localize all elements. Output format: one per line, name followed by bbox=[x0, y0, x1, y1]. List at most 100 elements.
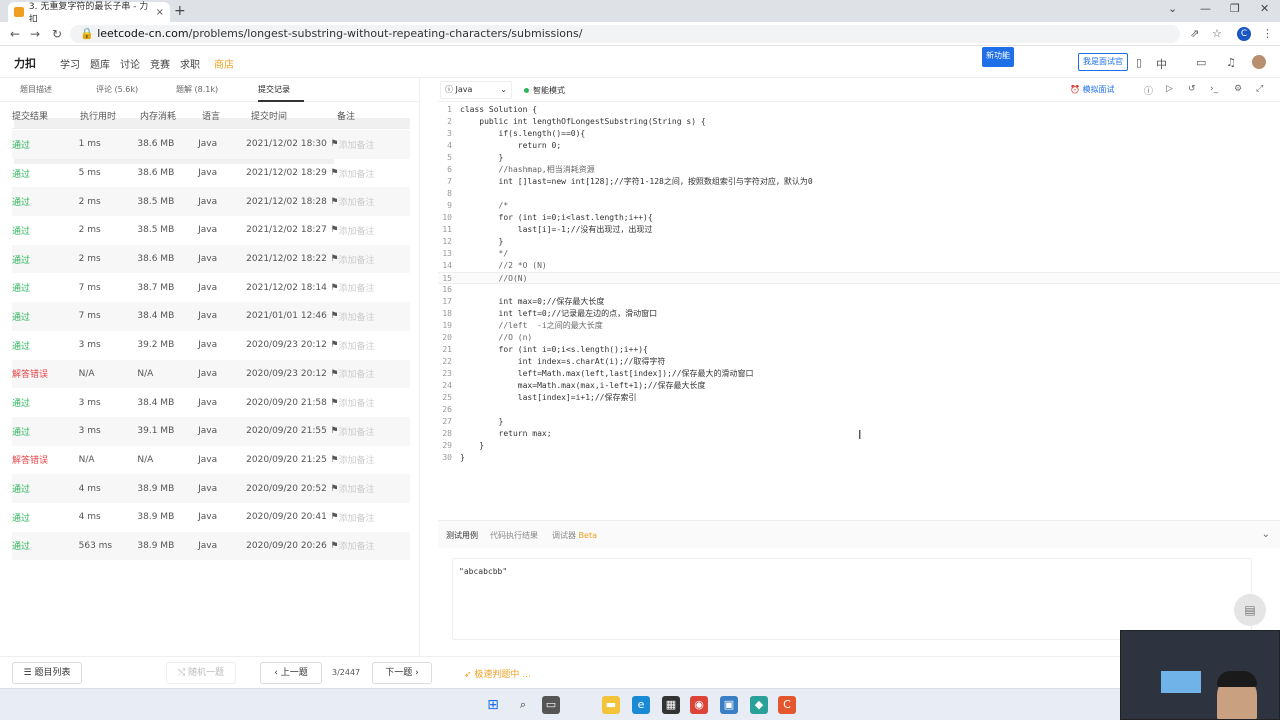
browser-tab[interactable]: 3. 无重复字符的最长子串 - 力扣 × bbox=[8, 2, 170, 25]
next-problem-button[interactable]: 下一题 › bbox=[372, 662, 432, 684]
table-row[interactable]: 解答错误 N/A N/A Java 2020/09/23 20:12 ⚑ 添加备注 bbox=[12, 359, 410, 389]
new-feature-badge[interactable]: 新功能 bbox=[982, 47, 1014, 67]
nav-jobs[interactable]: 求职 bbox=[180, 56, 200, 71]
add-note-link[interactable]: 添加备注 bbox=[338, 253, 410, 266]
table-row[interactable]: 通过 5 ms 38.6 MB Java 2021/12/02 18:29 ⚑ 添加备注 bbox=[12, 159, 410, 188]
tab-testcase[interactable]: 测试用例 bbox=[446, 530, 478, 541]
edge-icon[interactable]: e bbox=[632, 696, 650, 714]
add-note-link[interactable]: 添加备注 bbox=[338, 339, 410, 352]
table-row[interactable]: 通过 7 ms 38.7 MB Java 2021/12/02 18:14 ⚑ 添加备注 bbox=[12, 273, 410, 302]
submission-result[interactable]: 通过 bbox=[12, 195, 79, 208]
store-icon[interactable]: ▦ bbox=[662, 696, 680, 714]
tab-comments[interactable]: 评论 (5.6k) bbox=[96, 84, 138, 95]
table-row[interactable]: 通过 3 ms 39.1 MB Java 2020/09/20 21:55 ⚑ 添加备注 bbox=[12, 416, 410, 446]
table-row[interactable]: 通过 2 ms 38.5 MB Java 2021/12/02 18:27 ⚑ 添加备注 bbox=[12, 216, 410, 245]
windows-start-icon[interactable]: ⊞ bbox=[484, 696, 502, 714]
tab-solutions[interactable]: 题解 (8.1k) bbox=[176, 84, 218, 95]
user-avatar[interactable] bbox=[1252, 55, 1266, 69]
tab-run-result[interactable]: 代码执行结果 bbox=[490, 530, 538, 541]
browser-menu-icon[interactable]: ⋮ bbox=[1262, 27, 1273, 40]
table-row[interactable]: 通过 4 ms 38.9 MB Java 2020/09/20 20:41 ⚑ 添加备注 bbox=[12, 503, 410, 532]
add-note-link[interactable]: 添加备注 bbox=[338, 367, 410, 380]
submission-result[interactable]: 通过 bbox=[12, 396, 79, 409]
forward-icon[interactable]: → bbox=[30, 27, 40, 41]
mock-interview-button[interactable]: ⏰ 模拟面试 bbox=[1070, 84, 1115, 95]
leetcode-logo[interactable]: 力扣 bbox=[14, 55, 36, 71]
add-note-link[interactable]: 添加备注 bbox=[338, 482, 410, 495]
app-icon[interactable]: C bbox=[778, 696, 796, 714]
table-row[interactable]: 通过 3 ms 39.2 MB Java 2020/09/23 20:12 ⚑ 添加备注 bbox=[12, 331, 410, 360]
submission-result[interactable]: 通过 bbox=[12, 138, 79, 151]
language-select[interactable]: ⓘ Java ⌄ bbox=[440, 81, 512, 99]
new-tab-button[interactable]: + bbox=[174, 3, 186, 19]
url-input[interactable]: 🔒 leetcode-cn.com/problems/longest-subst… bbox=[70, 25, 1180, 43]
table-row[interactable]: 通过 3 ms 38.4 MB Java 2020/09/20 21:58 ⚑ 添加备注 bbox=[12, 388, 410, 417]
add-note-link[interactable]: 添加备注 bbox=[338, 224, 410, 237]
submission-result[interactable]: 通过 bbox=[12, 224, 79, 237]
add-note-link[interactable]: 添加备注 bbox=[338, 511, 410, 524]
terminal-icon[interactable]: ›_ bbox=[1210, 84, 1218, 94]
submission-result[interactable]: 解答错误 bbox=[12, 453, 79, 466]
search-icon[interactable]: ⌕ bbox=[514, 696, 532, 714]
prev-problem-button[interactable]: ‹ 上一题 bbox=[260, 662, 322, 684]
submission-result[interactable]: 通过 bbox=[12, 511, 79, 524]
submission-result[interactable]: 通过 bbox=[12, 339, 79, 352]
share-icon[interactable]: ⇗ bbox=[1190, 27, 1199, 40]
run-icon[interactable]: ▷ bbox=[1166, 84, 1173, 94]
tab-debugger[interactable]: 调试器 Beta bbox=[552, 530, 597, 541]
submission-result[interactable]: 解答错误 bbox=[12, 367, 79, 380]
tab-search-icon[interactable]: ⌄ bbox=[1168, 2, 1177, 15]
nav-learn[interactable]: 学习 bbox=[60, 56, 80, 71]
table-row[interactable]: 通过 2 ms 38.5 MB Java 2021/12/02 18:28 ⚑ 添加备注 bbox=[12, 187, 410, 217]
settings-icon[interactable]: ⚙ bbox=[1234, 84, 1242, 94]
phone-icon[interactable]: ▯ bbox=[1136, 56, 1142, 69]
table-row[interactable]: 通过 1 ms 38.6 MB Java 2021/12/02 18:30 ⚑ 添加备注 bbox=[12, 130, 410, 159]
collapse-chevron-icon[interactable]: ⌄ bbox=[1262, 529, 1270, 540]
maximize-icon[interactable]: ❐ bbox=[1230, 2, 1240, 15]
submission-result[interactable]: 通过 bbox=[12, 281, 79, 294]
submission-result[interactable]: 通过 bbox=[12, 310, 79, 323]
table-row[interactable]: 通过 4 ms 38.9 MB Java 2020/09/20 20:52 ⚑ 添加备注 bbox=[12, 474, 410, 503]
add-note-link[interactable]: 添加备注 bbox=[338, 281, 410, 294]
reset-icon[interactable]: ↺ bbox=[1188, 84, 1196, 94]
submission-result[interactable]: 通过 bbox=[12, 167, 79, 180]
table-row[interactable]: 通过 563 ms 38.9 MB Java 2020/09/20 20:26 ⚑ 添加备… bbox=[12, 531, 410, 561]
tab-submissions[interactable]: 提交记录 bbox=[258, 84, 290, 95]
app-icon[interactable]: ▣ bbox=[720, 696, 738, 714]
nav-discuss[interactable]: 讨论 bbox=[120, 56, 140, 71]
back-icon[interactable]: ← bbox=[10, 27, 20, 41]
message-icon[interactable]: ▭ bbox=[1196, 56, 1206, 69]
reload-icon[interactable]: ↻ bbox=[52, 27, 62, 41]
fullscreen-icon[interactable]: ⤢ bbox=[1256, 84, 1263, 94]
table-row[interactable]: 通过 7 ms 38.4 MB Java 2021/01/01 12:46 ⚑ 添加备注 bbox=[12, 302, 410, 331]
add-note-link[interactable]: 添加备注 bbox=[338, 138, 410, 151]
add-note-link[interactable]: 添加备注 bbox=[338, 167, 410, 180]
add-note-link[interactable]: 添加备注 bbox=[338, 310, 410, 323]
task-view-icon[interactable]: ▭ bbox=[542, 696, 560, 714]
submission-result[interactable]: 通过 bbox=[12, 482, 79, 495]
bookmark-star-icon[interactable]: ☆ bbox=[1212, 27, 1222, 40]
add-note-link[interactable]: 添加备注 bbox=[338, 195, 410, 208]
chrome-icon[interactable]: ◉ bbox=[690, 696, 708, 714]
smart-mode-toggle[interactable]: 智能模式 bbox=[524, 85, 565, 96]
info-icon[interactable]: ⓘ bbox=[1144, 84, 1153, 97]
nav-problems[interactable]: 题库 bbox=[90, 56, 110, 71]
nav-contest[interactable]: 竞赛 bbox=[150, 56, 170, 71]
add-note-link[interactable]: 添加备注 bbox=[338, 453, 410, 466]
testcase-input[interactable]: "abcabcbb" bbox=[452, 558, 1252, 640]
tab-description[interactable]: 题目描述 bbox=[20, 84, 52, 95]
app-icon[interactable]: ◆ bbox=[750, 696, 768, 714]
problem-list-button[interactable]: ☰ 题目列表 bbox=[12, 662, 82, 684]
submission-result[interactable]: 通过 bbox=[12, 425, 79, 438]
tab-close-icon[interactable]: × bbox=[156, 7, 164, 18]
code-editor[interactable]: 1 class Solution {2 public int lengthOfLo… bbox=[438, 104, 1280, 464]
random-problem-button[interactable]: ⤭ 随机一题 bbox=[166, 662, 236, 684]
submission-result[interactable]: 通过 bbox=[12, 539, 79, 552]
notification-bell-icon[interactable]: ♫ bbox=[1226, 56, 1236, 69]
notes-fab-icon[interactable]: ▤ bbox=[1234, 594, 1266, 626]
nav-store[interactable]: 商店 bbox=[214, 56, 234, 71]
profile-avatar[interactable]: C bbox=[1237, 27, 1251, 41]
table-row[interactable]: 解答错误 N/A N/A Java 2020/09/20 21:25 ⚑ 添加备注 bbox=[12, 446, 410, 475]
submission-result[interactable]: 通过 bbox=[12, 253, 79, 266]
interviewer-button[interactable]: 我是面试官 bbox=[1078, 53, 1128, 71]
